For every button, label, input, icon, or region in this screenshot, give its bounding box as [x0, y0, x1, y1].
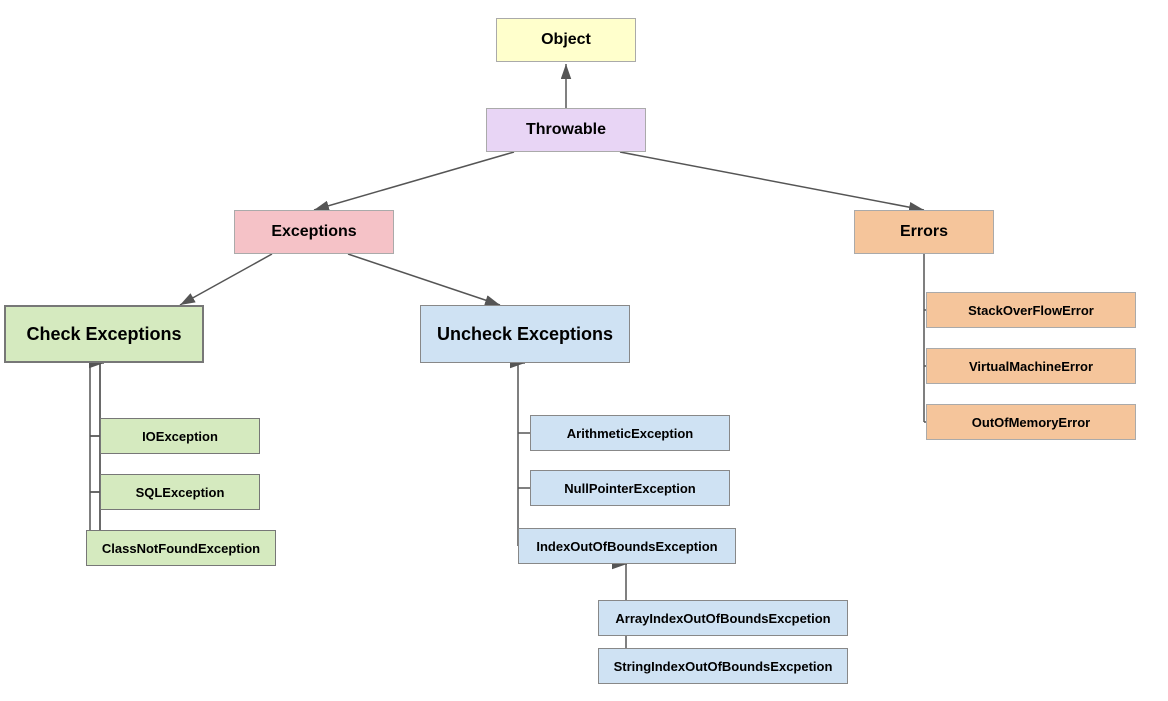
indexoutofbounds-label: IndexOutOfBoundsException: [536, 539, 717, 554]
node-exceptions: Exceptions: [234, 210, 394, 254]
sqlexception-label: SQLException: [136, 485, 225, 500]
node-errors: Errors: [854, 210, 994, 254]
ioexception-label: IOException: [142, 429, 218, 444]
node-arrayindex: ArrayIndexOutOfBoundsExcpetion: [598, 600, 848, 636]
node-throwable: Throwable: [486, 108, 646, 152]
object-label: Object: [541, 31, 591, 49]
stackoverflow-label: StackOverFlowError: [968, 303, 1094, 318]
node-arithmetic: ArithmeticException: [530, 415, 730, 451]
errors-label: Errors: [900, 223, 948, 241]
check-exceptions-label: Check Exceptions: [26, 324, 181, 345]
classnotfound-label: ClassNotFoundException: [102, 541, 260, 556]
node-indexoutofbounds: IndexOutOfBoundsException: [518, 528, 736, 564]
node-classnotfound: ClassNotFoundException: [86, 530, 276, 566]
node-virtualmachine: VirtualMachineError: [926, 348, 1136, 384]
node-stringindex: StringIndexOutOfBoundsExcpetion: [598, 648, 848, 684]
uncheck-exceptions-label: Uncheck Exceptions: [437, 324, 613, 345]
nullpointer-label: NullPointerException: [564, 481, 695, 496]
node-sqlexception: SQLException: [100, 474, 260, 510]
arithmetic-label: ArithmeticException: [567, 426, 693, 441]
throwable-label: Throwable: [526, 121, 606, 139]
outofmemory-label: OutOfMemoryError: [972, 415, 1090, 430]
arrayindex-label: ArrayIndexOutOfBoundsExcpetion: [615, 611, 830, 626]
node-outofmemory: OutOfMemoryError: [926, 404, 1136, 440]
node-object: Object: [496, 18, 636, 62]
node-uncheck-exceptions: Uncheck Exceptions: [420, 305, 630, 363]
diagram: Object Throwable Exceptions Errors Check…: [0, 0, 1168, 701]
node-ioexception: IOException: [100, 418, 260, 454]
node-stackoverflow: StackOverFlowError: [926, 292, 1136, 328]
exceptions-label: Exceptions: [271, 223, 356, 241]
virtualmachine-label: VirtualMachineError: [969, 359, 1093, 374]
node-check-exceptions: Check Exceptions: [4, 305, 204, 363]
stringindex-label: StringIndexOutOfBoundsExcpetion: [614, 659, 833, 674]
node-nullpointer: NullPointerException: [530, 470, 730, 506]
